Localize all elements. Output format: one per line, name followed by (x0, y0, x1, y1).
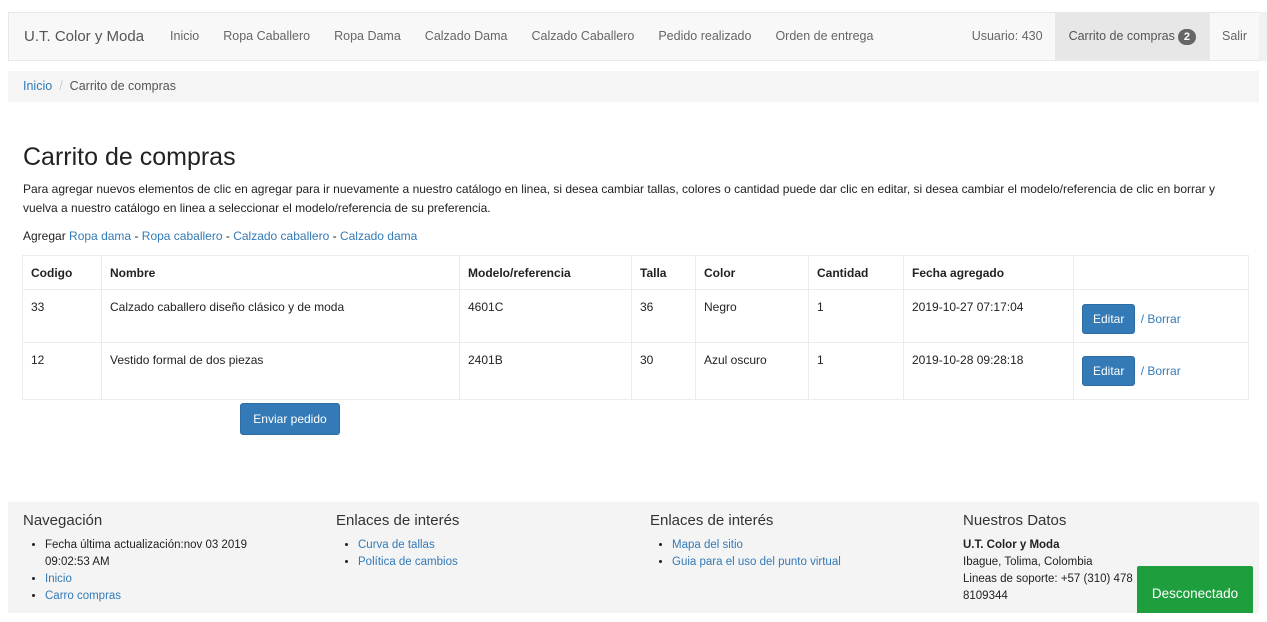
nav-inicio[interactable]: Inicio (158, 13, 211, 60)
nav-ropa-caballero[interactable]: Ropa Caballero (211, 13, 322, 60)
table-header-row: Codigo Nombre Modelo/referencia Talla Co… (22, 255, 1249, 290)
nav-pedido-realizado[interactable]: Pedido realizado (646, 13, 763, 60)
footer-link-politica-cambios[interactable]: Política de cambios (358, 556, 458, 568)
add-ropa-dama-link[interactable]: Ropa dama (69, 229, 131, 243)
footer-company: U.T. Color y Moda (963, 539, 1060, 551)
cell-fecha: 2019-10-27 07:17:04 (903, 289, 1074, 343)
cell-nombre: Calzado caballero diseño clásico y de mo… (101, 289, 460, 343)
footer-link-mapa-sitio[interactable]: Mapa del sitio (672, 539, 743, 551)
cell-cantidad: 1 (808, 342, 904, 400)
add-ropa-caballero-link[interactable]: Ropa caballero (142, 229, 223, 243)
footer-nav-column: Navegación Fecha última actualización:no… (23, 512, 293, 605)
footer-nav-item: Inicio (45, 571, 293, 588)
nav-carrito[interactable]: Carrito de compras 2 (1054, 13, 1210, 60)
footer-nav-item: Carro compras (45, 588, 293, 605)
cell-actions: Editar / Borrar (1073, 342, 1249, 400)
add-separator: - (225, 229, 230, 243)
footer-links2-column: Enlaces de interés Mapa del sitio Guia p… (650, 512, 940, 571)
footer-links2-title: Enlaces de interés (650, 512, 774, 529)
cell-nombre: Vestido formal de dos piezas (101, 342, 460, 400)
cart-table: Codigo Nombre Modelo/referencia Talla Co… (22, 255, 1249, 400)
cell-modelo: 2401B (459, 342, 632, 400)
col-header-actions (1073, 255, 1249, 290)
footer-link-curva-tallas[interactable]: Curva de tallas (358, 539, 435, 551)
footer-nav-title: Navegación (23, 512, 103, 529)
col-header-codigo: Codigo (22, 255, 102, 290)
footer-link-guia-punto-virtual[interactable]: Guia para el uso del punto virtual (672, 556, 841, 568)
footer-link-item: Mapa del sitio (672, 537, 940, 554)
footer-link-item: Curva de tallas (358, 537, 616, 554)
footer-link-inicio[interactable]: Inicio (45, 573, 72, 585)
cell-actions: Editar / Borrar (1073, 289, 1249, 343)
nav-orden-entrega[interactable]: Orden de entrega (763, 13, 885, 60)
footer-link-carro[interactable]: Carro compras (45, 590, 121, 602)
col-header-fecha: Fecha agregado (903, 255, 1074, 290)
add-links-line: Agregar Ropa dama - Ropa caballero - Cal… (23, 229, 417, 243)
nav-salir[interactable]: Salir (1210, 13, 1259, 60)
cell-color: Azul oscuro (695, 342, 809, 400)
footer: Navegación Fecha última actualización:no… (8, 502, 1259, 613)
col-header-cantidad: Cantidad (808, 255, 904, 290)
add-calzado-caballero-link[interactable]: Calzado caballero (233, 229, 329, 243)
footer-links1-title: Enlaces de interés (336, 512, 460, 529)
cell-fecha: 2019-10-28 09:28:18 (903, 342, 1074, 400)
cell-codigo: 33 (22, 289, 102, 343)
edit-button[interactable]: Editar (1082, 304, 1136, 334)
footer-datos-title: Nuestros Datos (963, 512, 1067, 529)
col-header-modelo: Modelo/referencia (459, 255, 632, 290)
cell-color: Negro (695, 289, 809, 343)
delete-link[interactable]: / Borrar (1141, 364, 1181, 378)
cell-modelo: 4601C (459, 289, 632, 343)
nav-usuario[interactable]: Usuario: 430 (960, 13, 1055, 60)
footer-links1-column: Enlaces de interés Curva de tallas Polít… (336, 512, 616, 571)
delete-link[interactable]: / Borrar (1141, 312, 1181, 326)
page-title: Carrito de compras (23, 143, 236, 171)
cell-codigo: 12 (22, 342, 102, 400)
nav-carrito-label: Carrito de compras (1068, 29, 1175, 43)
top-navbar: U.T. Color y Moda Inicio Ropa Caballero … (8, 12, 1259, 61)
table-row: 33 Calzado caballero diseño clásico y de… (22, 289, 1249, 343)
send-order-button[interactable]: Enviar pedido (240, 403, 340, 435)
add-calzado-dama-link[interactable]: Calzado dama (340, 229, 417, 243)
col-header-color: Color (695, 255, 809, 290)
footer-last-update: Fecha última actualización:nov 03 2019 0… (45, 537, 275, 571)
footer-link-item: Guia para el uso del punto virtual (672, 554, 940, 571)
breadcrumb-separator: / (59, 79, 63, 93)
breadcrumb-current: Carrito de compras (69, 79, 176, 93)
brand-link[interactable]: U.T. Color y Moda (9, 28, 158, 45)
add-label: Agregar (23, 229, 66, 243)
intro-text: Para agregar nuevos elementos de clic en… (23, 182, 1216, 215)
cell-talla: 36 (631, 289, 696, 343)
nav-ropa-dama[interactable]: Ropa Dama (322, 13, 413, 60)
footer-link-item: Política de cambios (358, 554, 616, 571)
cell-cantidad: 1 (808, 289, 904, 343)
add-separator: - (332, 229, 337, 243)
breadcrumb: Inicio / Carrito de compras (8, 71, 1259, 102)
nav-calzado-dama[interactable]: Calzado Dama (413, 13, 520, 60)
col-header-talla: Talla (631, 255, 696, 290)
col-header-nombre: Nombre (101, 255, 460, 290)
add-separator: - (134, 229, 139, 243)
scrollbar[interactable] (1259, 12, 1267, 61)
breadcrumb-home[interactable]: Inicio (23, 79, 52, 93)
cell-talla: 30 (631, 342, 696, 400)
edit-button[interactable]: Editar (1082, 356, 1136, 386)
table-row: 12 Vestido formal de dos piezas 2401B 30… (22, 342, 1249, 400)
nav-calzado-caballero[interactable]: Calzado Caballero (519, 13, 646, 60)
connection-status-badge[interactable]: Desconectado (1137, 566, 1253, 613)
cart-count-badge: 2 (1177, 29, 1196, 45)
